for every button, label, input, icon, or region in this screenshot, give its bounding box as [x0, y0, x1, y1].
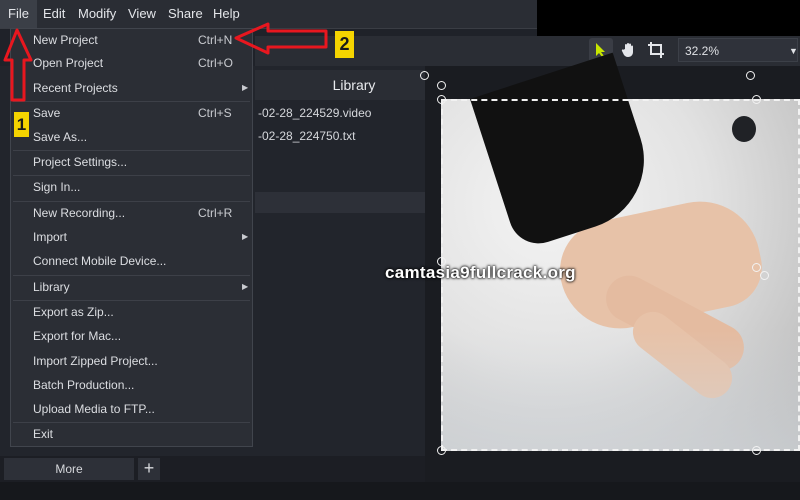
- step-badge-1: 1: [14, 112, 29, 137]
- arrow-up-annotation: [3, 28, 33, 102]
- arrow-left-annotation: [234, 22, 328, 55]
- step-badge-2: 2: [335, 31, 354, 58]
- annotation-arrows: [3, 22, 328, 102]
